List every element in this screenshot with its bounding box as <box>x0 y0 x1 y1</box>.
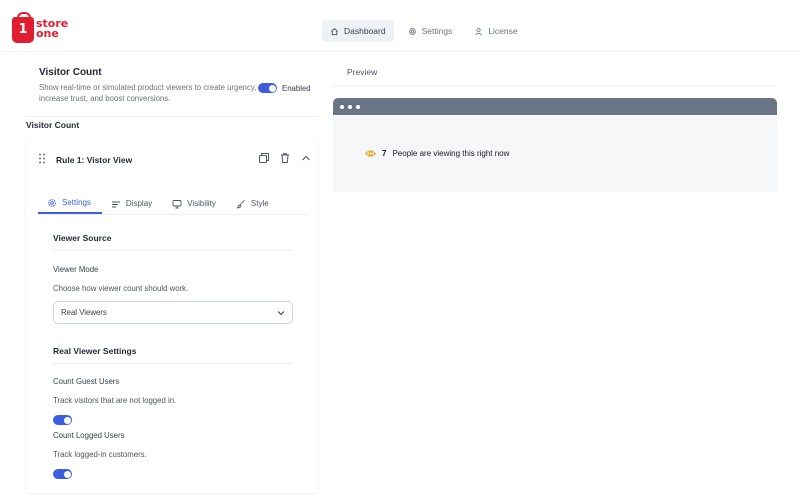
tab-visibility[interactable]: Visibility <box>163 193 227 214</box>
count-guest-toggle[interactable] <box>53 415 72 425</box>
browser-dot <box>348 104 352 109</box>
tab-settings-label: Settings <box>62 198 91 207</box>
chevron-down-icon <box>277 310 285 315</box>
browser-dot <box>340 104 344 109</box>
home-icon <box>331 27 338 35</box>
nav-license[interactable]: License <box>466 20 525 42</box>
tab-display[interactable]: Display <box>102 193 163 214</box>
preview-browser: 7 People are viewing this right now <box>333 98 777 192</box>
chevron-up-icon[interactable] <box>300 152 312 164</box>
nav-settings[interactable]: Settings <box>400 20 461 42</box>
rule-tabs: Settings Display Visibility Style <box>38 193 308 215</box>
viewer-mode-help: Choose how viewer count should work. <box>53 284 189 293</box>
tab-settings[interactable]: Settings <box>38 193 102 214</box>
nav-dashboard[interactable]: Dashboard <box>322 20 394 42</box>
feature-title: Visitor Count <box>39 67 102 78</box>
visitor-count-header: Visitor Count Show real-time or simulate… <box>26 67 318 117</box>
main-nav: Dashboard Settings License <box>322 20 526 42</box>
gear-icon <box>408 27 416 35</box>
nav-settings-label: Settings <box>421 26 453 36</box>
rule-header[interactable]: Rule 1: Vistor View <box>26 137 318 179</box>
viewer-count-number: 7 <box>382 149 387 158</box>
rule-title: Rule 1: Vistor View <box>56 155 133 165</box>
viewer-count-text: People are viewing this right now <box>392 149 510 158</box>
browser-dot <box>356 104 360 109</box>
shopping-bag-icon: 1 <box>12 12 34 43</box>
gear-icon <box>48 198 56 207</box>
browser-bar <box>333 98 777 115</box>
feature-enabled-control: Enabled <box>258 83 311 93</box>
settings-content: Viewer Source Viewer Mode Choose how vie… <box>53 229 293 479</box>
user-icon <box>475 27 483 35</box>
preview-label: Preview <box>333 60 777 86</box>
viewer-mode-label: Viewer Mode <box>53 265 99 274</box>
tab-style-label: Style <box>250 199 269 208</box>
viewer-mode-select[interactable]: Real Viewers <box>53 301 293 324</box>
drag-handle-icon[interactable] <box>38 153 46 164</box>
feature-description: Show real-time or simulated product view… <box>39 83 257 103</box>
count-logged-toggle[interactable] <box>53 469 72 479</box>
tab-display-label: Display <box>125 199 153 208</box>
nav-license-label: License <box>488 26 518 36</box>
monitor-icon <box>172 199 182 208</box>
tab-style[interactable]: Style <box>227 193 280 214</box>
viewer-mode-value: Real Viewers <box>61 308 107 317</box>
count-guest-help: Track visitors that are not logged in. <box>53 396 177 405</box>
brush-icon <box>236 199 245 208</box>
nav-dashboard-label: Dashboard <box>344 26 386 36</box>
tab-visibility-label: Visibility <box>187 199 216 208</box>
top-navigation: 1 store one Dashboard Settings License <box>0 0 800 52</box>
trash-icon[interactable] <box>279 152 291 164</box>
count-logged-label: Count Logged Users <box>53 431 125 440</box>
logo-wordmark: store one <box>36 17 69 40</box>
preview-panel: Preview 7 People are viewing this right … <box>333 60 777 192</box>
count-logged-help: Track logged-in customers. <box>53 450 147 459</box>
sliders-icon <box>111 201 120 207</box>
real-viewer-settings-heading: Real Viewer Settings <box>53 346 293 364</box>
store-one-logo[interactable]: 1 store one <box>12 12 69 43</box>
section-label: Visitor Count <box>26 120 80 130</box>
viewer-count-message: 7 People are viewing this right now <box>365 149 509 158</box>
rule-actions <box>258 152 312 164</box>
viewer-source-heading: Viewer Source <box>53 233 293 251</box>
feature-header: Visitor Count Show real-time or simulate… <box>26 60 318 117</box>
feature-enabled-label: Enabled <box>282 83 311 93</box>
duplicate-icon[interactable] <box>258 152 270 164</box>
count-guest-label: Count Guest Users <box>53 377 120 386</box>
eye-icon <box>365 150 376 157</box>
rule-card: Rule 1: Vistor View Settings Display Vis… <box>26 137 318 493</box>
feature-enabled-toggle[interactable] <box>258 83 277 93</box>
